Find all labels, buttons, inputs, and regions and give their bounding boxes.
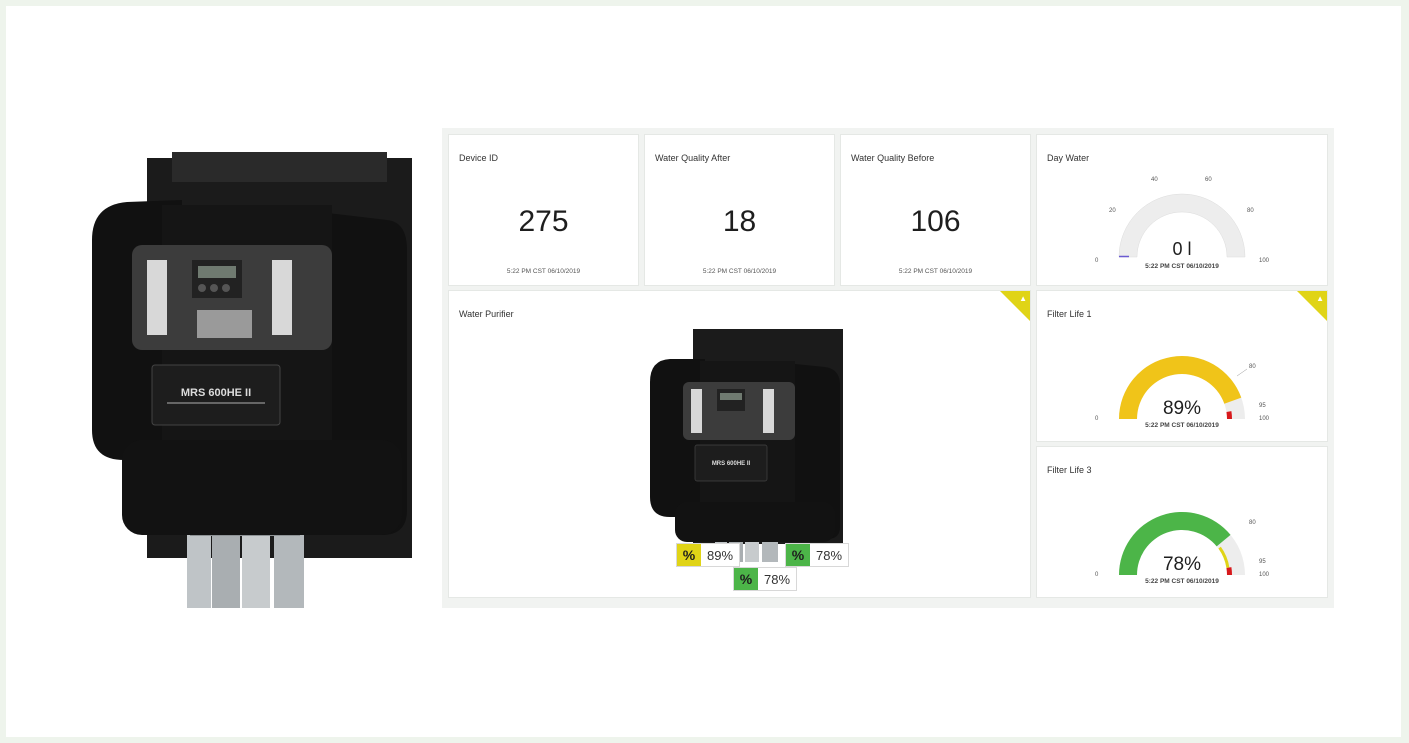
percent-icon: % xyxy=(786,544,810,566)
day-water-tick-0: 0 xyxy=(1095,258,1099,264)
filter-life-1-tile[interactable]: Filter Life 1 ▲ 0 80 95 100 89% 5:22 PM … xyxy=(1037,291,1327,441)
day-water-tick-40: 40 xyxy=(1151,177,1158,183)
water-purifier-tile[interactable]: Water Purifier ▲ MRS 600HE II % 89% % 78… xyxy=(449,291,1030,597)
filter-life-3-tile[interactable]: Filter Life 3 0 80 95 100 78% 5:22 PM CS… xyxy=(1037,447,1327,597)
quality-before-title: Water Quality Before xyxy=(851,153,935,163)
warning-icon: ▲ xyxy=(1019,294,1027,303)
device-id-value: 275 xyxy=(518,205,569,238)
purifier-image: MRS 600HE II xyxy=(650,329,843,562)
filter-3-tick-95: 95 xyxy=(1259,559,1266,565)
filter-1-timestamp: 5:22 PM CST 06/10/2019 xyxy=(1145,422,1219,429)
day-water-tick-60: 60 xyxy=(1205,177,1212,183)
day-water-tick-80: 80 xyxy=(1247,208,1254,214)
filter-3-value: 78% xyxy=(1162,554,1202,575)
filter-1-value: 89% xyxy=(1162,398,1202,419)
filter-3-timestamp: 5:22 PM CST 06/10/2019 xyxy=(1145,578,1219,585)
water-purifier-title: Water Purifier xyxy=(459,309,514,319)
percent-icon: % xyxy=(677,544,701,566)
quality-before-timestamp: 5:22 PM CST 06/10/2019 xyxy=(898,268,973,275)
quality-after-tile[interactable]: Water Quality After 18 5:22 PM CST 06/10… xyxy=(645,135,834,285)
device-id-timestamp: 5:22 PM CST 06/10/2019 xyxy=(506,268,581,275)
day-water-timestamp: 5:22 PM CST 06/10/2019 xyxy=(1145,263,1219,270)
filter-tag-3[interactable]: % 78% xyxy=(734,568,797,590)
day-water-tick-100: 100 xyxy=(1259,258,1270,264)
quality-after-timestamp: 5:22 PM CST 06/10/2019 xyxy=(702,268,777,275)
device-id-tile[interactable]: Device ID 275 5:22 PM CST 06/10/2019 xyxy=(449,135,638,285)
filter-tag-3-value: 78% xyxy=(764,571,791,587)
percent-icon: % xyxy=(734,568,758,590)
filter-1-tick-0: 0 xyxy=(1095,416,1099,422)
day-water-value: 0 l xyxy=(1172,239,1192,259)
filter-tag-2[interactable]: % 78% xyxy=(786,544,849,566)
filter-3-tick-100: 100 xyxy=(1259,572,1270,578)
filter-1-tick-95: 95 xyxy=(1259,403,1266,409)
device-id-title: Device ID xyxy=(459,153,499,163)
filter-3-tick-0: 0 xyxy=(1095,572,1099,578)
filter-1-tick-80: 80 xyxy=(1249,364,1256,370)
product-photo: MRS 600HE II xyxy=(92,152,412,608)
photo-label: MRS 600HE II xyxy=(181,387,251,399)
filter-tag-1[interactable]: % 89% xyxy=(677,544,740,566)
quality-after-value: 18 xyxy=(722,205,757,238)
filter-1-tick-100: 100 xyxy=(1259,416,1270,422)
purifier-image-label: MRS 600HE II xyxy=(712,461,751,467)
filter-tag-1-value: 89% xyxy=(707,547,734,563)
day-water-tick-20: 20 xyxy=(1109,208,1116,214)
quality-before-value: 106 xyxy=(910,205,961,238)
quality-before-tile[interactable]: Water Quality Before 106 5:22 PM CST 06/… xyxy=(841,135,1030,285)
day-water-tile[interactable]: Day Water 0 20 40 60 80 100 0 l 5:22 PM … xyxy=(1037,135,1327,285)
filter-tag-2-value: 78% xyxy=(816,547,843,563)
filter-3-tick-80: 80 xyxy=(1249,520,1256,526)
dashboard: Device ID 275 5:22 PM CST 06/10/2019 Wat… xyxy=(442,128,1334,608)
quality-after-title: Water Quality After xyxy=(655,153,731,163)
